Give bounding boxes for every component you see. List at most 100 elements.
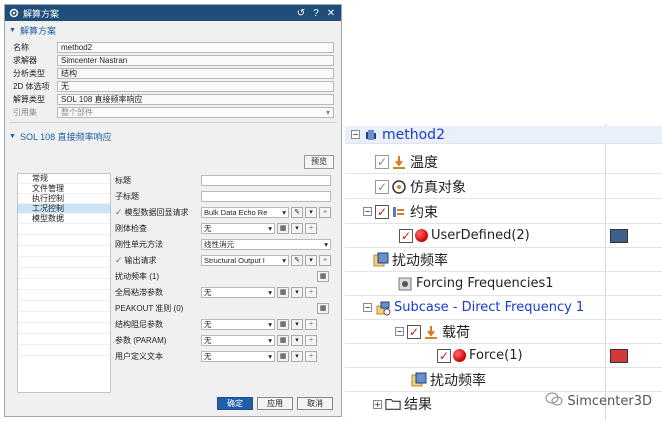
struct-damp-value: 无: [204, 319, 212, 329]
cancel-button[interactable]: 取消: [297, 397, 333, 410]
expand-icon[interactable]: +: [373, 399, 382, 409]
checkbox-checked[interactable]: ✓: [375, 179, 389, 194]
param-row-user-text: 用户定义文本 无 ▾ ▦ ▾ +: [115, 349, 337, 363]
tree-row-subcase[interactable]: − Subcase - Direct Frequency 1: [345, 296, 662, 320]
checkbox-checked[interactable]: ✓: [375, 204, 389, 219]
solution-type-label: 解算类型: [13, 94, 45, 104]
chevron-down-icon[interactable]: ▾: [305, 206, 317, 218]
chevron-down-icon: ▾: [268, 287, 272, 297]
nav-item-case-control[interactable]: 工况控制: [18, 204, 110, 214]
tree-row-sim-object[interactable]: ✓ 仿真对象: [345, 175, 662, 199]
nav-item-model-data[interactable]: 模型数据: [18, 214, 110, 224]
collapse-icon[interactable]: −: [363, 207, 372, 216]
check-icon: ✓: [115, 254, 123, 265]
chevron-down-icon[interactable]: ▾: [305, 254, 317, 266]
edit-wrench-icon[interactable]: ✎: [291, 206, 303, 218]
checkbox-checked[interactable]: ✓: [407, 324, 421, 339]
tree-row-constraint[interactable]: − ✓ 约束: [345, 200, 662, 224]
chevron-down-icon[interactable]: ▾: [291, 318, 303, 330]
damping-value: 无: [204, 287, 212, 297]
table-icon[interactable]: ▦: [277, 222, 289, 234]
freq-label: 扰动频率 (1): [115, 271, 159, 281]
param-row-subtitle: 子标题: [115, 189, 337, 203]
table-icon[interactable]: ▦: [317, 270, 329, 282]
add-icon[interactable]: +: [305, 334, 317, 346]
analysis-type-label: 分析类型: [13, 68, 45, 78]
add-icon[interactable]: +: [305, 318, 317, 330]
reset-icon[interactable]: ↺: [295, 8, 307, 19]
nav-item-executive-control[interactable]: 执行控制: [18, 194, 110, 204]
checkbox-checked[interactable]: ✓: [399, 228, 413, 243]
table-icon[interactable]: ▦: [277, 286, 289, 298]
user-text-select[interactable]: 无 ▾: [201, 350, 275, 362]
chevron-down-icon[interactable]: ▾: [291, 222, 303, 234]
collapse-icon[interactable]: −: [363, 303, 372, 312]
chevron-down-icon[interactable]: ▾: [291, 350, 303, 362]
struct-damp-select[interactable]: 无 ▾: [201, 318, 275, 330]
list-empty-row: [18, 290, 110, 301]
checkbox-checked[interactable]: ✓: [437, 348, 451, 363]
rigid-select[interactable]: 无 ▾: [201, 222, 275, 234]
tree-row-temperature[interactable]: ✓ 温度: [345, 150, 662, 174]
help-icon[interactable]: ?: [310, 8, 322, 19]
2d-option-field: 无: [57, 80, 334, 92]
section-sol108-header[interactable]: ▼ SOL 108 直接频率响应: [5, 127, 341, 146]
chevron-down-icon[interactable]: ▾: [291, 286, 303, 298]
tree-root-label: method2: [382, 126, 445, 143]
collapse-icon[interactable]: −: [351, 130, 360, 139]
constraint-ball-icon: [415, 229, 428, 242]
add-icon[interactable]: +: [305, 286, 317, 298]
list-empty-row: [18, 235, 110, 246]
tree-row-user-defined[interactable]: ✓ UserDefined(2): [345, 224, 662, 248]
ok-button[interactable]: 确定: [217, 397, 253, 410]
rigid-method-label: 刚性单元方法: [115, 239, 163, 249]
tree-row-force[interactable]: ✓ Force(1): [345, 344, 662, 368]
echo-label: 模型数据回显请求: [124, 207, 189, 217]
chevron-down-icon: ▾: [268, 351, 272, 361]
peakout-label: PEAKOUT 准则 (0): [115, 303, 184, 313]
echo-select[interactable]: Bulk Data Echo Re ▾: [201, 206, 289, 218]
add-icon[interactable]: +: [319, 206, 331, 218]
param-row-param: 参数 (PARAM) 无 ▾ ▦ ▾ +: [115, 333, 337, 347]
subtitle-input[interactable]: [201, 190, 331, 202]
add-icon[interactable]: +: [305, 222, 317, 234]
color-swatch[interactable]: [610, 228, 628, 243]
tree-row-disturbance-freq-sub[interactable]: 扰动频率: [345, 368, 662, 392]
table-icon[interactable]: ▦: [317, 302, 329, 314]
tree-row-disturbance-freq[interactable]: 扰动频率: [345, 248, 662, 272]
nav-item-general[interactable]: 常规: [18, 174, 110, 184]
preview-button[interactable]: 预览: [304, 155, 334, 169]
add-icon[interactable]: +: [305, 350, 317, 362]
tree-row-forcing-freq[interactable]: Forcing Frequencies1: [345, 272, 662, 296]
color-swatch[interactable]: [610, 348, 628, 363]
edit-wrench-icon[interactable]: ✎: [291, 254, 303, 266]
collapse-icon[interactable]: −: [395, 327, 404, 336]
tree-row-root[interactable]: − method2: [345, 126, 662, 144]
output-select[interactable]: Structural Output I ▾: [201, 254, 289, 266]
nav-item-file-management[interactable]: 文件管理: [18, 184, 110, 194]
apply-button[interactable]: 应用: [257, 397, 293, 410]
row-name: 名称 method2: [5, 41, 341, 53]
add-icon[interactable]: +: [319, 254, 331, 266]
chevron-down-icon: ▼: [9, 133, 16, 140]
chevron-down-icon: ▾: [282, 255, 286, 265]
list-empty-row: [18, 257, 110, 268]
name-field[interactable]: method2: [57, 41, 334, 53]
chevron-down-icon: ▾: [268, 223, 272, 233]
title-input[interactable]: [201, 174, 331, 186]
rigid-method-select[interactable]: 线性消元 ▾: [201, 238, 331, 250]
check-icon: ✓: [115, 206, 123, 217]
param-select[interactable]: 无 ▾: [201, 334, 275, 346]
close-icon[interactable]: ✕: [325, 8, 337, 19]
tree-row-loads[interactable]: − ✓ 载荷: [345, 320, 662, 344]
chevron-down-icon[interactable]: ▾: [291, 334, 303, 346]
table-icon[interactable]: ▦: [277, 350, 289, 362]
section-solution-header[interactable]: ▼ 解算方案: [5, 21, 341, 40]
table-icon[interactable]: ▦: [277, 334, 289, 346]
damping-select[interactable]: 无 ▾: [201, 286, 275, 298]
solver-label: 求解器: [13, 55, 37, 65]
section-sol108-title: SOL 108 直接频率响应: [19, 132, 112, 142]
table-icon[interactable]: ▦: [277, 318, 289, 330]
checkbox-checked[interactable]: ✓: [375, 154, 389, 169]
subcase-icon: [375, 300, 391, 316]
